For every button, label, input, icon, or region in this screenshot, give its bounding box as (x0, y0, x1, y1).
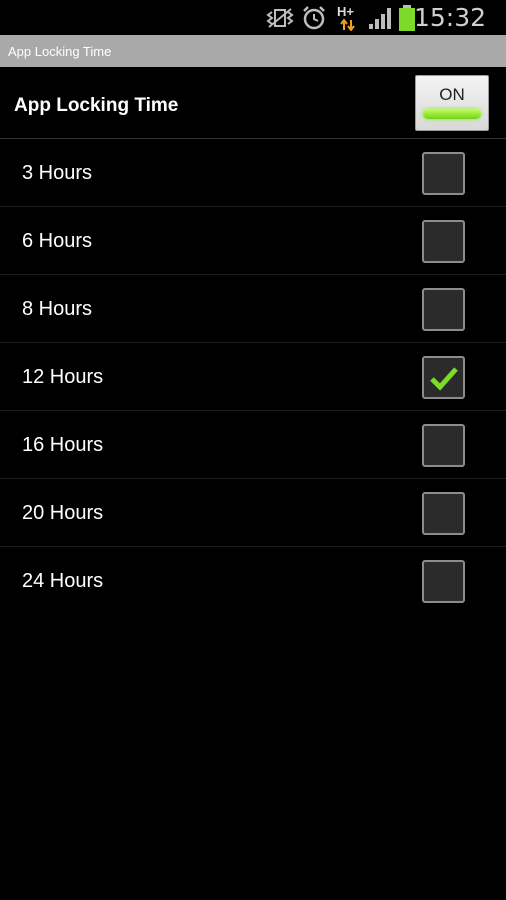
title-bar: App Locking Time (0, 35, 506, 67)
network-type-label: H+ (337, 4, 354, 19)
list-item-label: 24 Hours (22, 570, 104, 592)
list-item-20-hours[interactable]: 20 Hours (0, 479, 506, 547)
list-item-label: 20 Hours (22, 502, 104, 524)
signal-icon (369, 8, 391, 29)
header-title: App Locking Time (14, 95, 179, 116)
list-item-6-hours[interactable]: 6 Hours (0, 207, 506, 275)
status-clock: 15:32 (413, 3, 486, 32)
toggle-label: ON (439, 85, 465, 104)
alarm-icon (303, 6, 325, 30)
checkbox[interactable] (422, 492, 465, 535)
settings-header: App Locking Time ON (0, 67, 506, 139)
title-bar-text: App Locking Time (8, 44, 112, 59)
list-item-12-hours[interactable]: 12 Hours (0, 343, 506, 411)
app-locking-toggle[interactable]: ON (415, 75, 489, 131)
network-hplus-icon: H+ (337, 4, 359, 32)
list-item-label: 6 Hours (22, 230, 93, 252)
checkbox[interactable] (422, 356, 465, 399)
checkbox[interactable] (422, 220, 465, 263)
list-item-3-hours[interactable]: 3 Hours (0, 139, 506, 207)
checkbox[interactable] (422, 424, 465, 467)
list-item-label: 8 Hours (22, 298, 93, 320)
checkbox[interactable] (422, 560, 465, 603)
toggle-indicator (423, 109, 481, 119)
list-item-label: 3 Hours (22, 162, 93, 184)
checkbox[interactable] (422, 288, 465, 331)
list-item-label: 12 Hours (22, 366, 104, 388)
list-item-24-hours[interactable]: 24 Hours (0, 547, 506, 615)
locking-time-list: 3 Hours 6 Hours 8 Hours 12 Hours 16 Hour… (0, 139, 506, 615)
status-bar: H+ 15:32 (0, 0, 506, 35)
vibrate-icon (266, 8, 294, 28)
list-item-16-hours[interactable]: 16 Hours (0, 411, 506, 479)
list-item-label: 16 Hours (22, 434, 104, 456)
checkbox[interactable] (422, 152, 465, 195)
list-item-8-hours[interactable]: 8 Hours (0, 275, 506, 343)
checkmark-icon (430, 367, 458, 391)
